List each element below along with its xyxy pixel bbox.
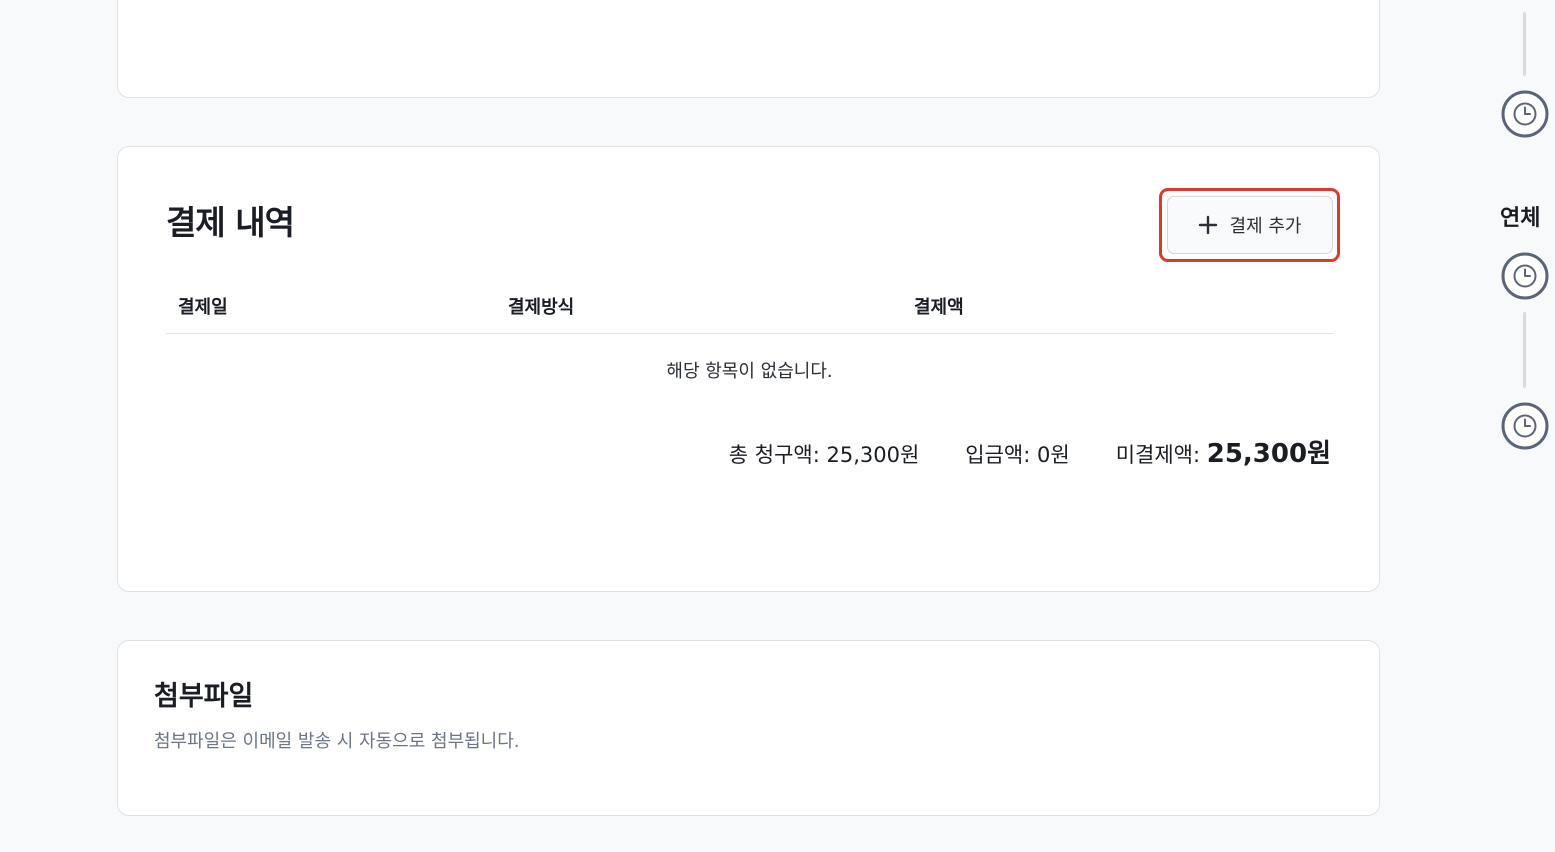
unpaid-label: 미결제액: [1115,443,1201,467]
timeline-connector [1523,12,1526,76]
attachments-description: 첨부파일은 이메일 발송 시 자동으로 첨부됩니다. [154,731,520,752]
payment-summary: 총 청구액: 25,300원 입금액: 0원 미결제액: 25,300원 [729,433,1331,470]
column-payment-amount: 결제액 [914,297,964,318]
column-payment-date: 결제일 [178,297,228,318]
clock-icon [1501,90,1549,138]
column-payment-method: 결제방식 [508,297,575,318]
amount-unpaid: 미결제액: 25,300원 [1116,433,1331,470]
payment-history-card: 결제 내역 결제 추가 결제일 결제방식 결제액 해당 항목이 없습니다. 총 … [117,146,1380,592]
clock-icon [1501,402,1549,450]
payment-history-title: 결제 내역 [166,203,295,242]
empty-message: 해당 항목이 없습니다. [666,361,833,382]
add-payment-highlight: 결제 추가 [1159,188,1340,262]
add-payment-button[interactable]: 결제 추가 [1166,196,1333,254]
clock-icon [1501,252,1549,300]
timeline-connector [1523,312,1526,388]
add-payment-label: 결제 추가 [1229,216,1302,237]
timeline-label-overdue: 연체 [1500,206,1541,231]
amount-paid: 입금액: 0원 [965,443,1070,467]
payment-table-header: 결제일 결제방식 결제액 [166,279,1333,334]
total-billed: 총 청구액: 25,300원 [728,443,920,467]
attachments-title: 첨부파일 [154,681,254,712]
previous-section-card [117,0,1380,98]
unpaid-value: 25,300원 [1206,439,1331,469]
attachments-card: 첨부파일 첨부파일은 이메일 발송 시 자동으로 첨부됩니다. [117,640,1380,816]
plus-icon [1198,215,1218,235]
